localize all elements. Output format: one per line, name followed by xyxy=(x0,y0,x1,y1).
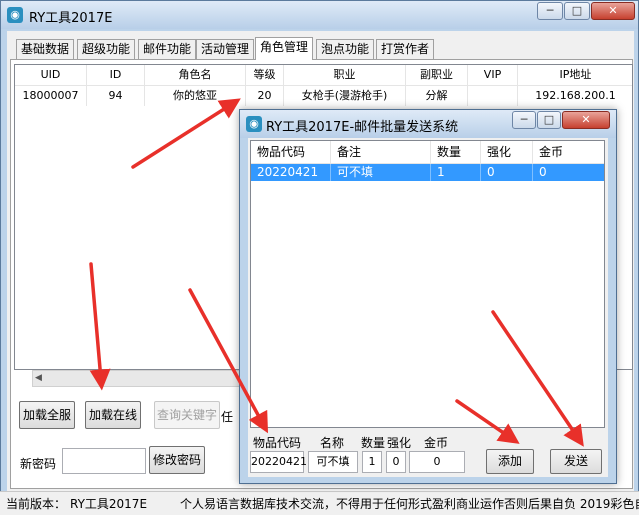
tab-event-management[interactable]: 活动管理 xyxy=(196,39,255,59)
column-header[interactable]: 副职业 xyxy=(406,65,468,85)
cell-enhance: 0 xyxy=(481,164,533,181)
dialog-minimize-button[interactable]: ─ xyxy=(512,111,536,129)
send-button[interactable]: 发送 xyxy=(550,449,602,474)
add-button[interactable]: 添加 xyxy=(486,449,534,474)
status-notice: 个人易语言数据库技术交流，不得用于任何形式盈利商业运作否则后果自负 2019彩色… xyxy=(180,497,639,511)
quantity-label: 数量 xyxy=(361,436,386,450)
minimize-button[interactable]: ─ xyxy=(537,2,563,20)
query-keyword-button[interactable]: 查询关键字 xyxy=(154,401,220,429)
quantity-input[interactable]: 1 xyxy=(362,451,382,473)
ren-label: 任 xyxy=(221,410,234,424)
cell-quantity: 1 xyxy=(431,164,481,181)
roles-table-header: UID ID 角色名 等级 职业 副职业 VIP IP地址 xyxy=(15,65,632,86)
version-label: 当前版本： xyxy=(6,497,67,511)
dialog-title: RY工具2017E-邮件批量发送系统 xyxy=(266,120,459,135)
new-password-input[interactable] xyxy=(62,448,146,474)
cell-ip: 192.168.200.1 xyxy=(518,86,632,106)
table-row[interactable]: 18000007 94 你的悠亚 20 女枪手(漫游枪手) 分解 192.168… xyxy=(15,86,632,106)
mail-items-header: 物品代码 备注 数量 强化 金币 xyxy=(251,141,604,164)
scroll-left-icon[interactable]: ◀ xyxy=(35,373,42,383)
cell-item-code: 20220421 xyxy=(251,164,331,181)
cell-id: 94 xyxy=(87,86,145,106)
title-bar: ◉ RY工具2017E ─ □ ✕ xyxy=(1,1,638,29)
column-header[interactable]: 职业 xyxy=(284,65,406,85)
modify-password-button[interactable]: 修改密码 xyxy=(149,446,205,474)
load-all-button[interactable]: 加载全服 xyxy=(19,401,75,429)
version-value: RY工具2017E xyxy=(70,497,148,511)
maximize-button[interactable]: □ xyxy=(564,2,590,20)
cell-sub-class: 分解 xyxy=(406,86,468,106)
cell-class: 女枪手(漫游枪手) xyxy=(284,86,406,106)
cell-gold: 0 xyxy=(533,164,604,181)
close-button[interactable]: ✕ xyxy=(591,2,635,20)
gold-label: 金币 xyxy=(424,436,449,450)
name-input[interactable]: 可不填 xyxy=(308,451,358,473)
column-header[interactable]: 等级 xyxy=(246,65,284,85)
column-header[interactable]: UID xyxy=(15,65,87,85)
cell-level: 20 xyxy=(246,86,284,106)
cell-role-name: 你的悠亚 xyxy=(145,86,246,106)
item-code-input[interactable]: 20220421 xyxy=(250,451,307,473)
tab-tip-author[interactable]: 打赏作者 xyxy=(376,39,435,59)
tab-mail-functions[interactable]: 邮件功能 xyxy=(138,39,197,59)
name-label: 名称 xyxy=(320,436,345,450)
column-header[interactable]: 物品代码 xyxy=(251,141,331,163)
cell-vip xyxy=(468,86,518,106)
dialog-maximize-button[interactable]: □ xyxy=(537,111,561,129)
column-header[interactable]: 备注 xyxy=(331,141,431,163)
app-eye-icon: ◉ xyxy=(7,7,23,23)
column-header[interactable]: 角色名 xyxy=(145,65,246,85)
tab-bubble-points[interactable]: 泡点功能 xyxy=(316,39,375,59)
horizontal-scrollbar[interactable]: ◀ xyxy=(32,370,242,387)
column-header[interactable]: 数量 xyxy=(431,141,481,163)
new-password-label: 新密码 xyxy=(20,457,57,471)
tab-basic-data[interactable]: 基础数据 xyxy=(16,39,75,59)
dialog-title-bar: ◉ RY工具2017E-邮件批量发送系统 ─ □ ✕ xyxy=(240,110,616,138)
dialog-close-button[interactable]: ✕ xyxy=(562,111,610,129)
column-header[interactable]: IP地址 xyxy=(518,65,632,85)
gold-input[interactable]: 0 xyxy=(409,451,465,473)
column-header[interactable]: VIP xyxy=(468,65,518,85)
dialog-eye-icon: ◉ xyxy=(246,116,262,132)
item-code-label: 物品代码 xyxy=(253,436,302,450)
mail-items-table[interactable]: 物品代码 备注 数量 强化 金币 20220421 可不填 1 0 0 xyxy=(250,140,605,428)
cell-uid: 18000007 xyxy=(15,86,87,106)
enhance-input[interactable]: 0 xyxy=(386,451,406,473)
column-header[interactable]: 金币 xyxy=(533,141,604,163)
window-title: RY工具2017E xyxy=(29,11,113,26)
column-header[interactable]: ID xyxy=(87,65,145,85)
column-header[interactable]: 强化 xyxy=(481,141,533,163)
tab-role-management[interactable]: 角色管理 xyxy=(255,37,314,60)
status-bar: 当前版本： RY工具2017E 个人易语言数据库技术交流，不得用于任何形式盈利商… xyxy=(0,491,639,515)
tab-super-functions[interactable]: 超级功能 xyxy=(77,39,136,59)
table-row[interactable]: 20220421 可不填 1 0 0 xyxy=(251,164,604,181)
enhance-label: 强化 xyxy=(387,436,412,450)
cell-note: 可不填 xyxy=(331,164,431,181)
load-online-button[interactable]: 加载在线 xyxy=(85,401,141,429)
